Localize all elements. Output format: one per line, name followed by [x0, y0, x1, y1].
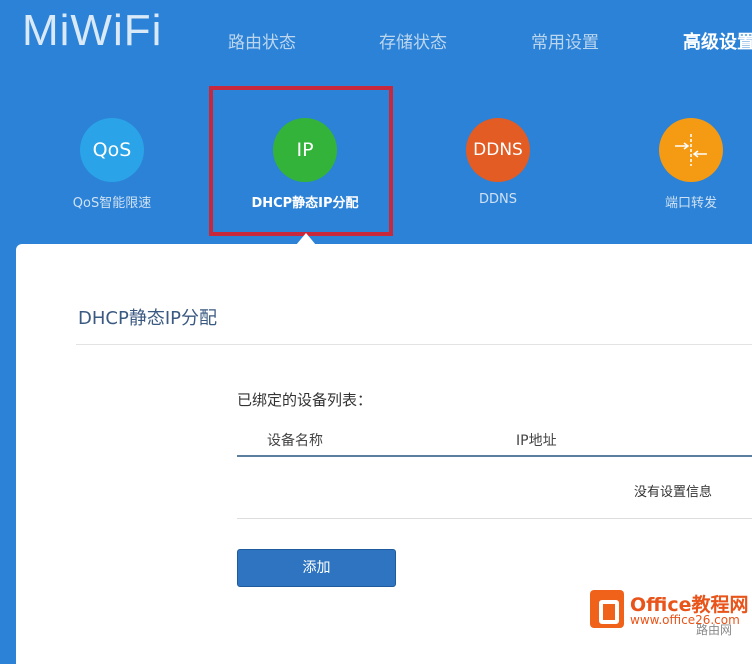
app-qos-label: QoS智能限速 [72, 196, 152, 211]
title-divider [76, 344, 752, 345]
app-port-forward-label: 端口转发 [664, 196, 717, 211]
app-ddns-label: DDNS [479, 192, 517, 207]
nav-router-status[interactable]: 路由状态 [228, 28, 296, 53]
table-row-divider [237, 518, 752, 519]
add-button[interactable]: 添加 [237, 549, 396, 587]
app-qos[interactable]: QoS QoS智能限速 [17, 118, 207, 211]
nav-common-settings[interactable]: 常用设置 [531, 28, 599, 53]
column-header-device-name: 设备名称 [267, 433, 323, 449]
office-logo-icon [590, 590, 624, 628]
page-title: DHCP静态IP分配 [78, 308, 217, 329]
empty-table-message: 没有设置信息 [634, 485, 713, 500]
table-header-divider [237, 455, 752, 457]
app-port-forward[interactable]: 端口转发 [596, 118, 752, 211]
app-ddns[interactable]: DDNS DDNS [403, 118, 593, 207]
nav-advanced-settings[interactable]: 高级设置 [683, 28, 752, 54]
ddns-icon: DDNS [466, 118, 530, 182]
port-forward-icon [659, 118, 723, 182]
qos-icon: QoS [80, 118, 144, 182]
highlight-annotation [209, 86, 393, 236]
miwifi-logo: MiWiFi [22, 6, 163, 55]
watermark-site: 路由网 [696, 623, 733, 637]
nav-storage-status[interactable]: 存储状态 [379, 28, 447, 53]
column-header-ip: IP地址 [516, 433, 557, 449]
bound-devices-title: 已绑定的设备列表： [237, 391, 373, 409]
watermark: Office教程网 www.office26.com 路由网 [588, 588, 752, 637]
